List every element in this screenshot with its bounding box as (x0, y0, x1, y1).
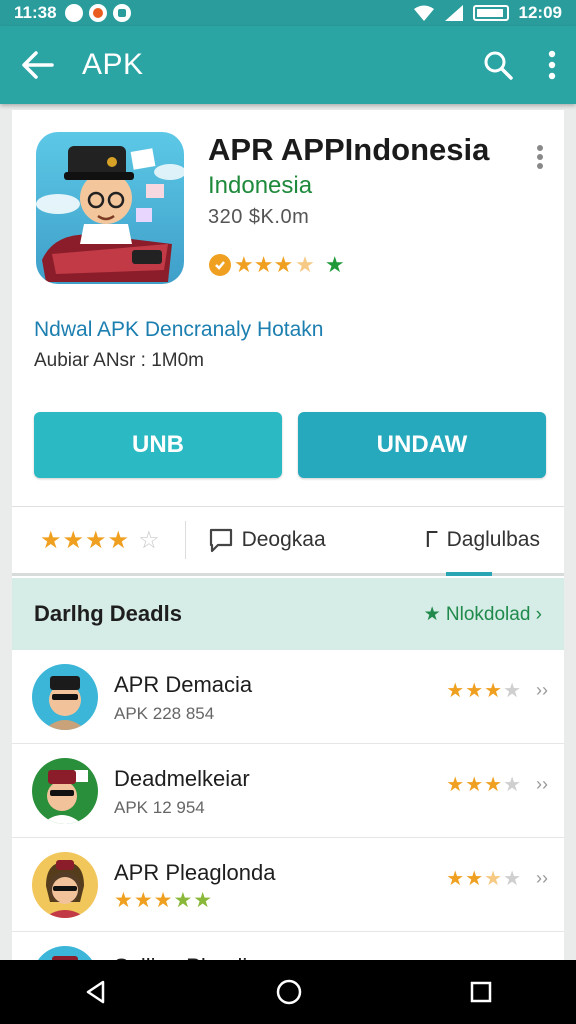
section-more-link[interactable]: ★ Nlokdolad › (424, 603, 542, 626)
tab-other-label: Daglulbas (446, 528, 540, 551)
app-bar: APK (0, 26, 576, 104)
list-item-title: APR Pleaglonda (114, 860, 276, 885)
battery-icon (472, 5, 509, 21)
rating-stars: ★★★ (234, 252, 294, 277)
section-header: Darlhg Deadls ★ Nlokdolad › (12, 578, 564, 650)
chevron-right-icon: ›› (536, 680, 548, 700)
app-description: Ndwal APK Dencranaly Hotakn (34, 318, 324, 341)
list-item-subtitle: APK 12 954 (114, 798, 205, 817)
system-nav-bar (0, 960, 576, 1024)
app-rating: ★★★ ★ ★ (208, 252, 345, 278)
notification-icon (64, 4, 83, 22)
tab-indicator (446, 572, 492, 576)
status-time-right: 12:09 (518, 3, 562, 22)
avatar (32, 664, 98, 730)
nav-back-icon[interactable] (83, 979, 109, 1005)
app-size: Aubiar ANsr : 1M0m (34, 350, 204, 371)
tab-reviews-label: Deogkaa (241, 528, 326, 551)
half-star-icon: ★ (295, 252, 315, 277)
app-title: APR APPIndonesia (208, 132, 490, 167)
status-bar: 11:38 12:09 (0, 0, 576, 26)
comment-icon (209, 528, 232, 553)
notification-icon (112, 4, 131, 22)
back-arrow-icon[interactable] (20, 50, 54, 80)
download-button[interactable]: UNDAW (298, 412, 546, 478)
status-time: 11:38 (14, 3, 57, 22)
tab-rating[interactable]: ★★★★ ☆ (40, 526, 161, 555)
coin-icon (209, 254, 231, 276)
section-title: Darlhg Deadls (34, 601, 182, 626)
app-header: APR APPIndonesia Indonesia 320 $K.0m ★★★… (12, 110, 564, 300)
app-list: APR Demacia APK 228 854 ★★★★ ›› Deadmelk… (12, 650, 564, 992)
notification-icon (88, 4, 107, 22)
chevron-right-icon: ›› (536, 868, 548, 888)
app-meta: 320 $K.0m (208, 206, 310, 228)
list-item-inline-rating: ★★★★★ (114, 889, 214, 912)
section-more-label: Nlokdolad › (445, 603, 542, 625)
nav-recents-icon[interactable] (469, 980, 493, 1004)
avatar (32, 852, 98, 918)
avatar (32, 758, 98, 824)
list-item-rating: ★★★★ (446, 680, 522, 702)
notification-icons (64, 4, 131, 22)
primary-action-button[interactable]: UNB (34, 412, 282, 478)
list-item-title: Deadmelkeiar (114, 766, 250, 791)
nav-home-icon[interactable] (275, 978, 303, 1006)
more-vert-icon[interactable] (548, 50, 556, 80)
tab-other[interactable]: Ꮁ Daglulbas (426, 527, 540, 553)
list-item[interactable]: Deadmelkeiar APK 12 954 ★★★★ ›› (12, 744, 564, 838)
list-item-rating: ★★★★ (446, 774, 522, 796)
chevron-right-icon: ›› (536, 774, 548, 794)
wifi-icon (413, 5, 434, 21)
green-star-icon: ★ (324, 252, 345, 277)
search-icon[interactable] (482, 49, 514, 81)
tab-other-icon: Ꮁ (425, 527, 439, 552)
list-item[interactable]: APR Demacia APK 228 854 ★★★★ ›› (12, 650, 564, 744)
app-icon (36, 132, 184, 284)
list-item-rating: ★★★★ (446, 868, 522, 890)
tab-reviews[interactable]: Deogkaa (208, 527, 326, 553)
signal-icon (444, 5, 463, 21)
tab-bar: ★★★★ ☆ Deogkaa Ꮁ Daglulbas (12, 506, 564, 576)
list-item[interactable]: APR Pleaglonda ★★★★★ ★★★★ ›› (12, 838, 564, 932)
overflow-menu-icon[interactable] (536, 144, 544, 175)
list-item-subtitle: APK 228 854 (114, 704, 215, 723)
tab-divider (184, 521, 186, 559)
list-item-title: APR Demacia (114, 672, 253, 697)
app-developer[interactable]: Indonesia (208, 172, 312, 200)
app-detail-card: APR APPIndonesia Indonesia 320 $K.0m ★★★… (12, 110, 564, 578)
page-title: APK (82, 48, 144, 81)
